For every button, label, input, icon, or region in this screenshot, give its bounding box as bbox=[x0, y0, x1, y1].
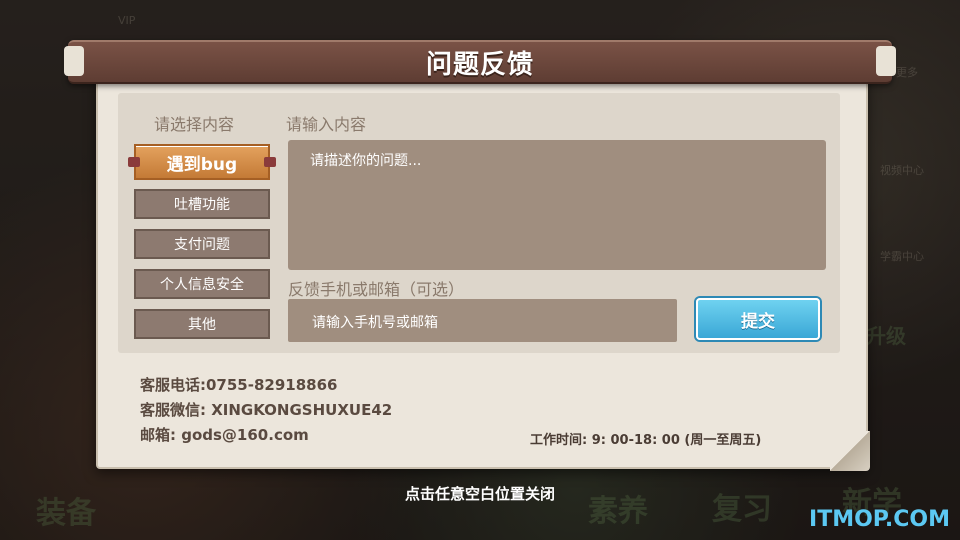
description-placeholder: 请描述你的问题... bbox=[310, 153, 422, 169]
description-textarea[interactable]: 请描述你的问题... bbox=[288, 140, 826, 270]
dialog-title: 问题反馈 bbox=[425, 49, 534, 80]
category-payment-button[interactable]: 支付问题 bbox=[134, 229, 270, 259]
category-label: 遇到bug bbox=[166, 154, 238, 175]
category-label: 其他 bbox=[188, 317, 216, 333]
contact-heading: 反馈手机或邮箱（可选） bbox=[288, 280, 465, 299]
category-label: 支付问题 bbox=[174, 237, 230, 253]
banner-end-right bbox=[876, 46, 896, 76]
dialog-title-banner: 问题反馈 bbox=[64, 40, 896, 84]
service-wechat: 客服微信: XINGKONGSHUXUE42 bbox=[140, 401, 393, 419]
watermark: ITMOP.COM bbox=[809, 507, 950, 532]
close-hint: 点击任意空白位置关闭 bbox=[404, 485, 555, 503]
category-bug-button[interactable]: 遇到bug bbox=[128, 144, 276, 180]
pin-right-icon bbox=[264, 157, 276, 167]
contact-input[interactable]: 请输入手机号或邮箱 bbox=[288, 299, 677, 342]
category-label: 个人信息安全 bbox=[160, 277, 244, 293]
select-heading: 请选择内容 bbox=[154, 115, 235, 134]
contact-placeholder: 请输入手机号或邮箱 bbox=[312, 315, 438, 331]
working-hours: 工作时间: 9: 00-18: 00 (周一至周五) bbox=[530, 433, 762, 448]
service-phone: 客服电话:0755-82918866 bbox=[140, 376, 338, 394]
submit-button[interactable]: 提交 bbox=[696, 298, 820, 340]
category-other-button[interactable]: 其他 bbox=[134, 309, 270, 339]
pin-left-icon bbox=[128, 157, 140, 167]
category-privacy-button[interactable]: 个人信息安全 bbox=[134, 269, 270, 299]
service-email: 邮箱: gods@160.com bbox=[140, 426, 309, 444]
submit-label: 提交 bbox=[741, 311, 775, 332]
category-complaint-button[interactable]: 吐槽功能 bbox=[134, 189, 270, 219]
banner-end-left bbox=[64, 46, 84, 76]
input-heading: 请输入内容 bbox=[286, 115, 367, 134]
category-label: 吐槽功能 bbox=[174, 197, 230, 213]
